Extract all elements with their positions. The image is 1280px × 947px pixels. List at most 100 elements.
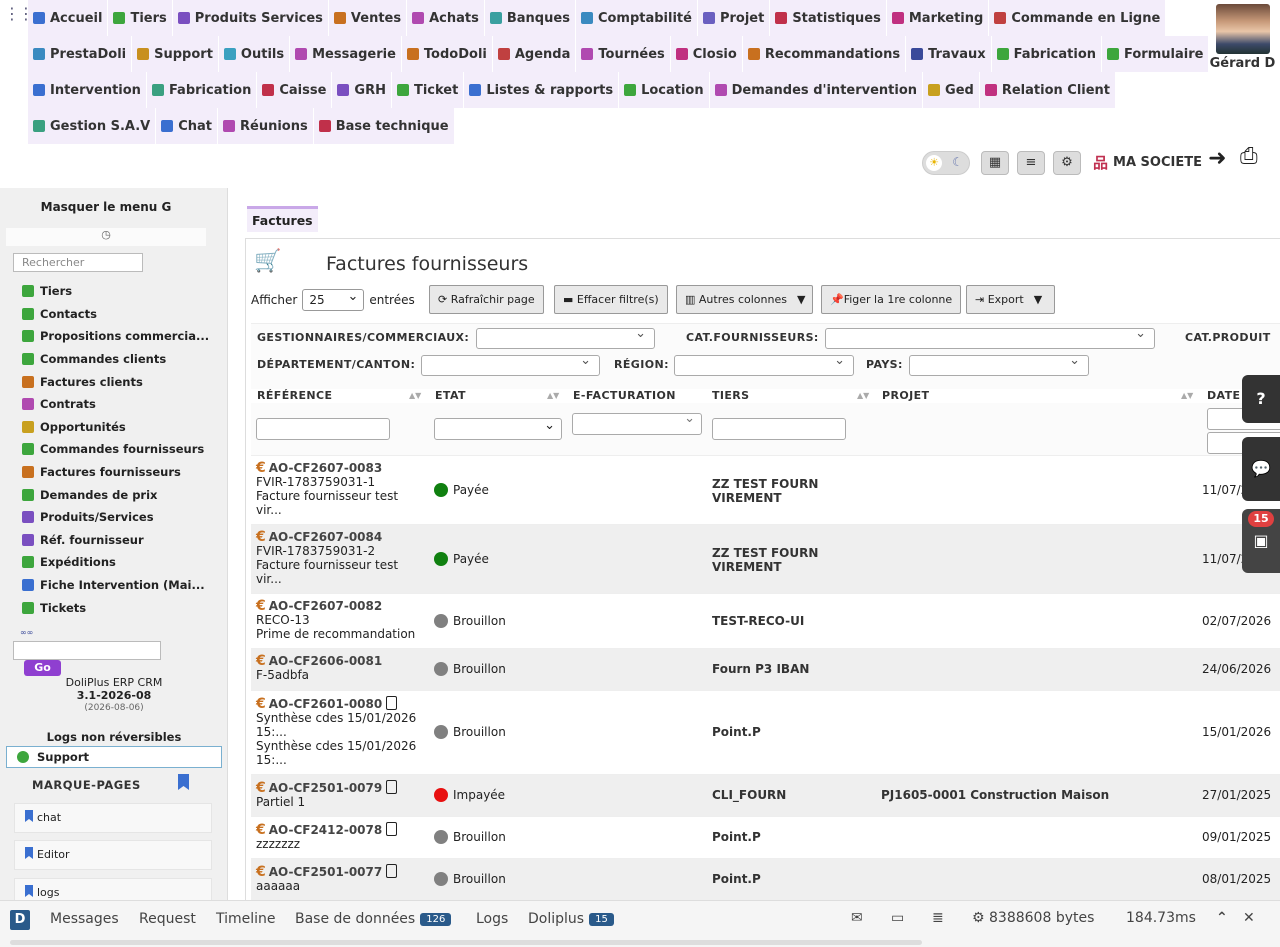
close-icon[interactable]: ✕ bbox=[1243, 910, 1255, 926]
col-date[interactable]: DATE bbox=[1207, 389, 1240, 402]
sidebar-quick-input[interactable] bbox=[13, 641, 161, 660]
menu-item[interactable]: Support bbox=[132, 36, 219, 72]
database-icon[interactable]: ≣ bbox=[932, 910, 944, 926]
bookmark-item[interactable]: logs bbox=[14, 878, 212, 900]
department-select[interactable] bbox=[421, 353, 600, 376]
country-select[interactable] bbox=[909, 353, 1089, 376]
menu-item[interactable]: Demandes d'intervention bbox=[710, 72, 924, 108]
sidebar-item[interactable]: Expéditions bbox=[22, 551, 212, 574]
cell-tiers[interactable]: Point.P bbox=[712, 725, 862, 739]
menu-item[interactable]: Gestion S.A.V bbox=[28, 108, 157, 144]
debugbar-logo[interactable]: D bbox=[10, 910, 30, 930]
table-row[interactable]: € AO-CF2606-0081 F-5adbfa Brouillon Fourn P3… bbox=[251, 648, 1280, 690]
sidebar-item[interactable]: Propositions commercia... bbox=[22, 325, 212, 348]
menu-item[interactable]: Chat bbox=[156, 108, 219, 144]
reference-filter-input[interactable] bbox=[256, 418, 390, 440]
menu-item[interactable]: Statistiques bbox=[770, 0, 887, 36]
etat-filter-select[interactable]: ⌄ bbox=[434, 418, 562, 440]
menu-item[interactable]: GRH bbox=[332, 72, 392, 108]
menu-item[interactable]: Fabrication bbox=[992, 36, 1103, 72]
clear-filters-button[interactable]: ▬ Effacer filtre(s) bbox=[554, 285, 668, 314]
bookmark-item[interactable]: chat bbox=[14, 803, 212, 833]
col-projet[interactable]: PROJET bbox=[882, 389, 929, 402]
menu-item[interactable]: Comptabilité bbox=[576, 0, 698, 36]
pdf-icon[interactable] bbox=[386, 864, 398, 878]
sidebar-item[interactable]: Produits/Services bbox=[22, 506, 212, 529]
monitor-icon[interactable]: ▭ bbox=[891, 910, 904, 926]
invoice-ref[interactable]: AO-CF2501-0077 bbox=[269, 865, 382, 879]
sidebar-item[interactable]: Commandes fournisseurs bbox=[22, 438, 212, 461]
go-button[interactable]: Go bbox=[24, 660, 61, 676]
invoice-ref[interactable]: AO-CF2412-0078 bbox=[269, 823, 382, 837]
cat-suppliers-select[interactable] bbox=[825, 326, 1155, 349]
page-size-select[interactable]: 25 bbox=[302, 287, 365, 311]
invoice-ref[interactable]: AO-CF2607-0083 bbox=[269, 461, 382, 475]
cell-tiers[interactable]: ZZ TEST FOURN VIREMENT bbox=[712, 477, 862, 505]
horizontal-scrollbar[interactable] bbox=[10, 940, 922, 945]
bookmark-icon[interactable] bbox=[178, 774, 189, 790]
refresh-button[interactable]: ⟳ Rafraîchir page bbox=[429, 285, 544, 314]
avatar[interactable] bbox=[1215, 4, 1270, 54]
freeze-column-button[interactable]: 📌Figer la 1re colonne bbox=[821, 285, 962, 314]
menu-item[interactable]: Travaux bbox=[906, 36, 992, 72]
efacturation-filter-select[interactable]: ⌄ bbox=[572, 411, 702, 435]
cell-tiers[interactable]: Fourn P3 IBAN bbox=[712, 662, 862, 676]
pdf-icon[interactable] bbox=[386, 780, 398, 794]
table-row[interactable]: € AO-CF2412-0078 zzzzzzz Brouillon Point.P 09… bbox=[251, 816, 1280, 858]
debugbar-tab[interactable]: Timeline bbox=[216, 911, 276, 927]
col-efacturation[interactable]: E-FACTURATION bbox=[573, 389, 676, 402]
debugbar-tab[interactable]: Request bbox=[139, 911, 196, 927]
menu-item[interactable]: Tournées bbox=[576, 36, 671, 72]
cell-tiers[interactable]: Point.P bbox=[712, 872, 862, 886]
sidebar-item[interactable]: Tiers bbox=[22, 280, 212, 303]
menu-item[interactable]: Formulaire bbox=[1102, 36, 1210, 72]
sidebar-item[interactable]: Commandes clients bbox=[22, 348, 212, 371]
pdf-icon[interactable] bbox=[386, 696, 398, 710]
table-row[interactable]: € AO-CF2501-0079 Partiel 1 Impayée CLI_FOURN… bbox=[251, 774, 1280, 816]
region-select[interactable] bbox=[674, 353, 854, 376]
export-button[interactable]: ⇥ Export ▼ bbox=[966, 285, 1055, 314]
apps-grid-icon[interactable]: ⋮⋮ bbox=[4, 6, 34, 30]
cell-tiers[interactable]: ZZ TEST FOURN VIREMENT bbox=[712, 546, 862, 574]
menu-item[interactable]: Achats bbox=[407, 0, 485, 36]
col-tiers[interactable]: TIERS bbox=[712, 389, 750, 402]
menu-item[interactable]: Ged bbox=[923, 72, 980, 108]
cell-tiers[interactable]: Point.P bbox=[712, 830, 862, 844]
bookmark-item[interactable]: Editor bbox=[14, 840, 212, 870]
menu-item[interactable]: Produits Services bbox=[173, 0, 329, 36]
menu-item[interactable]: Accueil bbox=[28, 0, 109, 36]
settings-button[interactable]: ⚙ bbox=[1053, 151, 1081, 175]
menu-item[interactable]: Marketing bbox=[887, 0, 990, 36]
grid-view-button[interactable]: ▦ bbox=[981, 151, 1009, 175]
menu-item[interactable]: Recommandations bbox=[743, 36, 907, 72]
user-name[interactable]: Gérard D bbox=[1205, 56, 1280, 71]
user-block[interactable]: Gérard D bbox=[1205, 4, 1280, 71]
invoice-ref[interactable]: AO-CF2607-0082 bbox=[269, 599, 382, 613]
menu-item[interactable]: Listes & rapports bbox=[464, 72, 620, 108]
menu-item[interactable]: Outils bbox=[219, 36, 291, 72]
logs-link[interactable]: Logs non réversibles bbox=[0, 730, 227, 744]
menu-item[interactable]: PrestaDoli bbox=[28, 36, 133, 72]
sort-icon[interactable]: ▲▼ bbox=[857, 391, 869, 400]
menu-item[interactable]: Base technique bbox=[314, 108, 455, 144]
sidebar-item[interactable]: Contacts bbox=[22, 303, 212, 326]
agenda-tab[interactable]: 15 ▣ bbox=[1242, 509, 1280, 573]
col-reference[interactable]: RÉFÉRENCE bbox=[257, 389, 332, 402]
invoice-ref[interactable]: AO-CF2601-0080 bbox=[269, 697, 382, 711]
sort-icon[interactable]: ▲▼ bbox=[409, 391, 421, 400]
debugbar-tab[interactable]: Messages bbox=[50, 911, 119, 927]
support-link[interactable]: Support bbox=[6, 746, 222, 768]
table-row[interactable]: € AO-CF2501-0077 aaaaaa Brouillon Point.P 08/… bbox=[251, 858, 1280, 900]
sidebar-item[interactable]: Demandes de prix bbox=[22, 483, 212, 506]
chat-tab[interactable]: 💬 bbox=[1242, 437, 1280, 501]
hide-menu-link[interactable]: Masquer le menu G bbox=[0, 200, 212, 214]
sidebar-item[interactable]: Factures clients bbox=[22, 370, 212, 393]
table-row[interactable]: € AO-CF2601-0080 Synthèse cdes 15/01/2026 1… bbox=[251, 690, 1280, 774]
table-row[interactable]: € AO-CF2607-0084 FVIR-1783759031-2 Facture … bbox=[251, 524, 1280, 593]
menu-item[interactable]: Location bbox=[619, 72, 710, 108]
other-columns-button[interactable]: ▥ Autres colonnes ▼ bbox=[676, 285, 813, 314]
help-tab[interactable]: ? bbox=[1242, 375, 1280, 423]
sidebar-item[interactable]: Factures fournisseurs bbox=[22, 461, 212, 484]
sidebar-item[interactable]: Réf. fournisseur bbox=[22, 529, 212, 552]
sort-icon[interactable]: ▲▼ bbox=[1181, 391, 1193, 400]
